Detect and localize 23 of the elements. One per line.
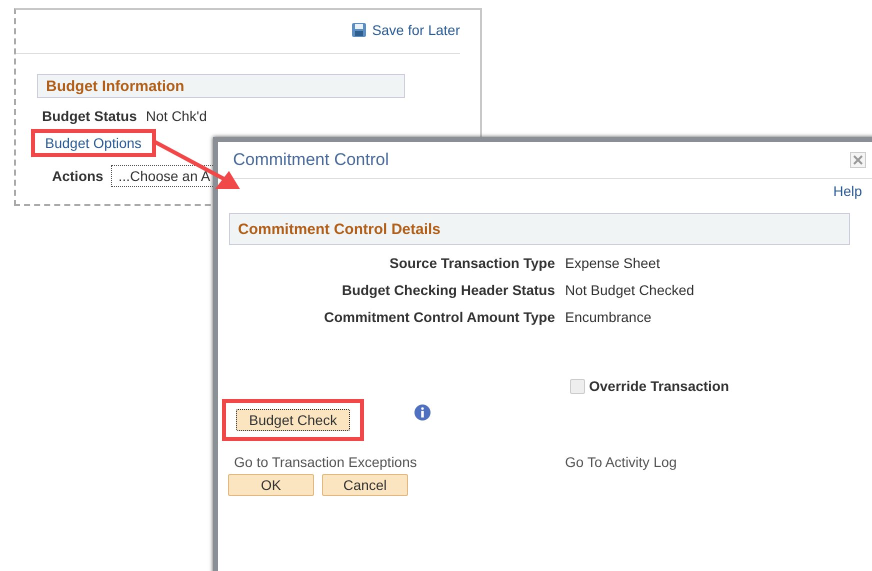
override-label: Override Transaction — [589, 378, 730, 394]
budget-check-button[interactable]: Budget Check — [236, 409, 350, 431]
field-label: Budget Status — [42, 108, 137, 124]
help-link[interactable]: Help — [833, 183, 862, 199]
field-value: Not Chk'd — [146, 108, 207, 124]
info-icon[interactable] — [414, 404, 431, 420]
save-icon — [351, 22, 368, 38]
budget-options-link[interactable]: Budget Options — [31, 129, 156, 157]
dialog-button[interactable]: Cancel — [322, 474, 408, 496]
section-title: Budget Information — [46, 78, 184, 94]
close-icon[interactable] — [850, 152, 866, 168]
field-label: Budget Checking Header Status — [340, 282, 555, 298]
field-value: Not Budget Checked — [565, 282, 694, 298]
field-label: Commitment Control Amount Type — [323, 309, 555, 325]
field-label: Source Transaction Type — [388, 255, 555, 271]
dialog-link[interactable]: Go To Activity Log — [565, 454, 677, 470]
actions-label: Actions — [52, 168, 104, 184]
dialog-button[interactable]: OK — [228, 474, 314, 496]
field-value: Encumbrance — [565, 309, 652, 325]
dialog-link[interactable]: Go to Transaction Exceptions — [234, 454, 565, 470]
field-value: Expense Sheet — [565, 255, 660, 271]
save-for-later-link[interactable]: Save for Later — [372, 22, 460, 38]
section-title: Commitment Control Details — [238, 220, 441, 238]
